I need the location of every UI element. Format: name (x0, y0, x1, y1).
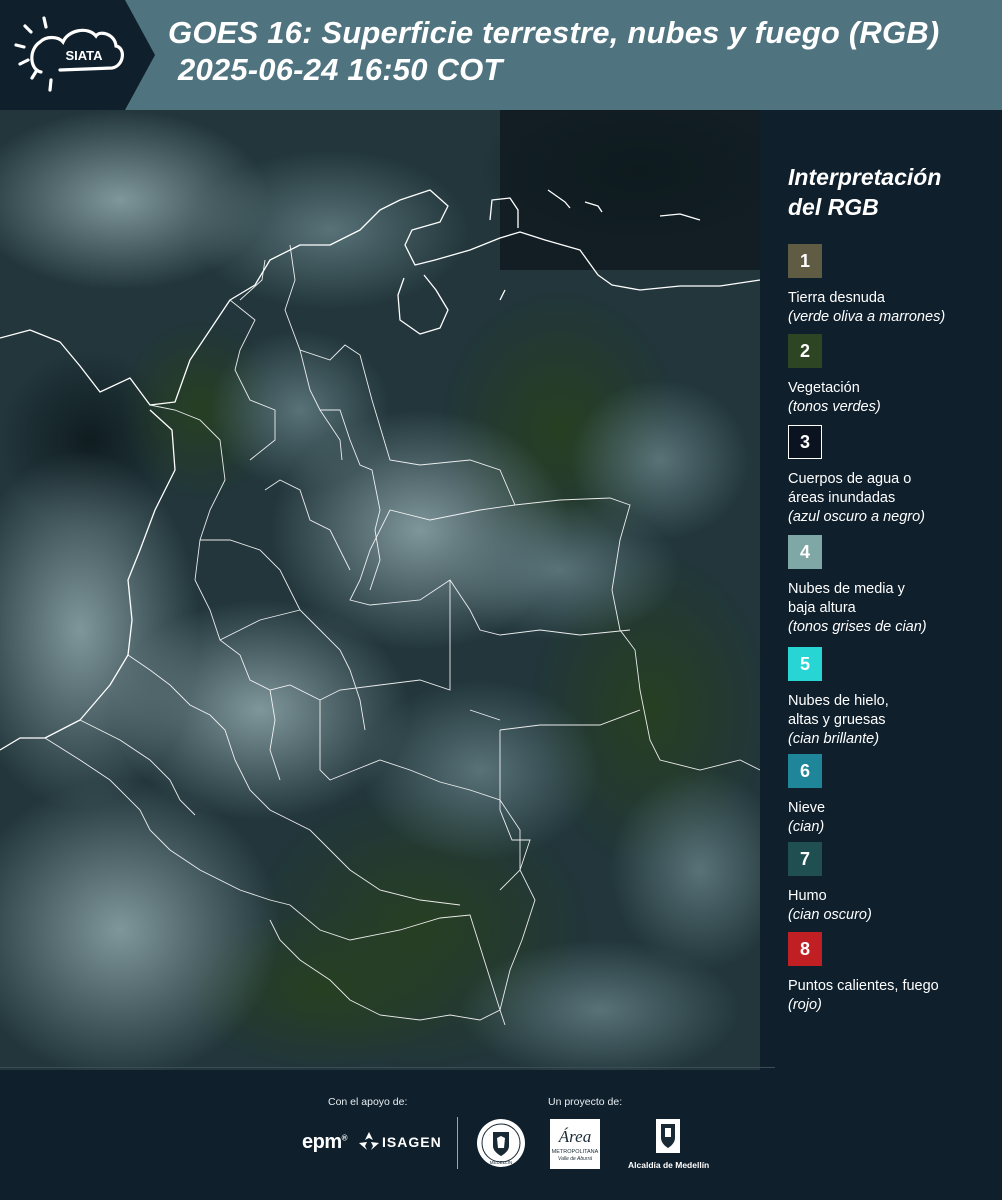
footer-divider (0, 1067, 775, 1068)
legend-title-line-2: del RGB (788, 194, 879, 220)
legend-item-label: Puntos calientes, fuego (788, 978, 939, 994)
isagen-logo: ISAGEN (358, 1131, 442, 1153)
isagen-mark-icon (359, 1132, 379, 1150)
legend-item-label: Nubes de media y baja altura (788, 581, 905, 616)
area-logo-sub2: Valle de Aburrá (557, 1156, 593, 1162)
area-metropolitana-logo: Área METROPOLITANA Valle de Aburrá (550, 1119, 600, 1169)
legend-swatch-1: 1 (788, 244, 822, 278)
epm-logo: epm® (302, 1131, 348, 1153)
alcaldia-logo: Alcaldía de Medellín (628, 1118, 710, 1170)
legend-item-description: (verde oliva a marrones) (788, 309, 946, 325)
legend-item-description: (cian oscuro) (788, 907, 872, 923)
medellin-seal-logo: MEDELLÍN (476, 1118, 526, 1168)
legend-swatch-2: 2 (788, 334, 822, 368)
legend-item-description: (cian brillante) (788, 731, 880, 747)
medellin-seal-text: MEDELLÍN (490, 1159, 513, 1165)
legend-item-6: 6 Nieve (cian) (788, 754, 993, 837)
legend-item-8: 8 Puntos calientes, fuego (rojo) (788, 932, 993, 1015)
legend-panel: Interpretación del RGB 1 Tierra desnuda (v… (760, 110, 1002, 1070)
legend-swatch-6: 6 (788, 754, 822, 788)
legend-title-line-1: Interpretación (788, 164, 942, 190)
legend-item-description: (cian) (788, 819, 825, 835)
legend-swatch-7: 7 (788, 842, 822, 876)
area-logo-sub: METROPOLITANA (551, 1149, 599, 1155)
legend-item-description: (tonos verdes) (788, 399, 881, 415)
legend-item-1: 1 Tierra desnuda (verde oliva a marrones) (788, 244, 993, 327)
legend-item-label: Tierra desnuda (788, 290, 885, 306)
legend-item-label: Vegetación (788, 380, 860, 396)
area-logo-script: Área (558, 1127, 592, 1146)
legend-swatch-4: 4 (788, 535, 822, 569)
legend-item-5: 5 Nubes de hielo, altas y gruesas (cian br… (788, 647, 993, 749)
epm-logo-text: epm (302, 1131, 342, 1153)
page-title: GOES 16: Superficie terrestre, nubes y f… (168, 14, 939, 88)
legend-title: Interpretación del RGB (788, 162, 993, 222)
title-line-2: 2025-06-24 16:50 COT (178, 52, 503, 87)
satellite-map (0, 110, 761, 1070)
header-bar: SIATA GOES 16: Superficie terrestre, nub… (0, 0, 1002, 110)
legend-item-label: Cuerpos de agua o áreas inundadas (788, 471, 912, 506)
project-label: Un proyecto de: (548, 1096, 623, 1108)
legend-swatch-8: 8 (788, 932, 822, 966)
isagen-logo-text: ISAGEN (382, 1134, 442, 1150)
legend-item-description: (rojo) (788, 997, 822, 1013)
alcaldia-logo-text: Alcaldía de Medellín (628, 1160, 710, 1170)
legend-item-3: 3 Cuerpos de agua o áreas inundadas (azul … (788, 425, 993, 527)
legend-item-description: (tonos grises de cian) (788, 619, 927, 635)
title-line-1: GOES 16: Superficie terrestre, nubes y f… (168, 15, 940, 50)
legend-item-description: (azul oscuro a negro) (788, 509, 926, 525)
alcaldia-shield-icon (656, 1119, 680, 1153)
legend-item-label: Humo (788, 888, 827, 904)
legend-swatch-5: 5 (788, 647, 822, 681)
legend-swatch-3: 3 (788, 425, 822, 459)
legend-item-label: Nubes de hielo, altas y gruesas (788, 693, 889, 728)
legend-item-4: 4 Nubes de media y baja altura (tonos gris… (788, 535, 993, 637)
support-label: Con el apoyo de: (328, 1096, 408, 1108)
footer-vertical-divider (457, 1117, 458, 1169)
siata-logo-text: SIATA (65, 48, 103, 63)
legend-item-2: 2 Vegetación (tonos verdes) (788, 334, 993, 417)
siata-logo: SIATA (0, 0, 155, 110)
legend-item-label: Nieve (788, 800, 826, 816)
legend-item-7: 7 Humo (cian oscuro) (788, 842, 993, 925)
